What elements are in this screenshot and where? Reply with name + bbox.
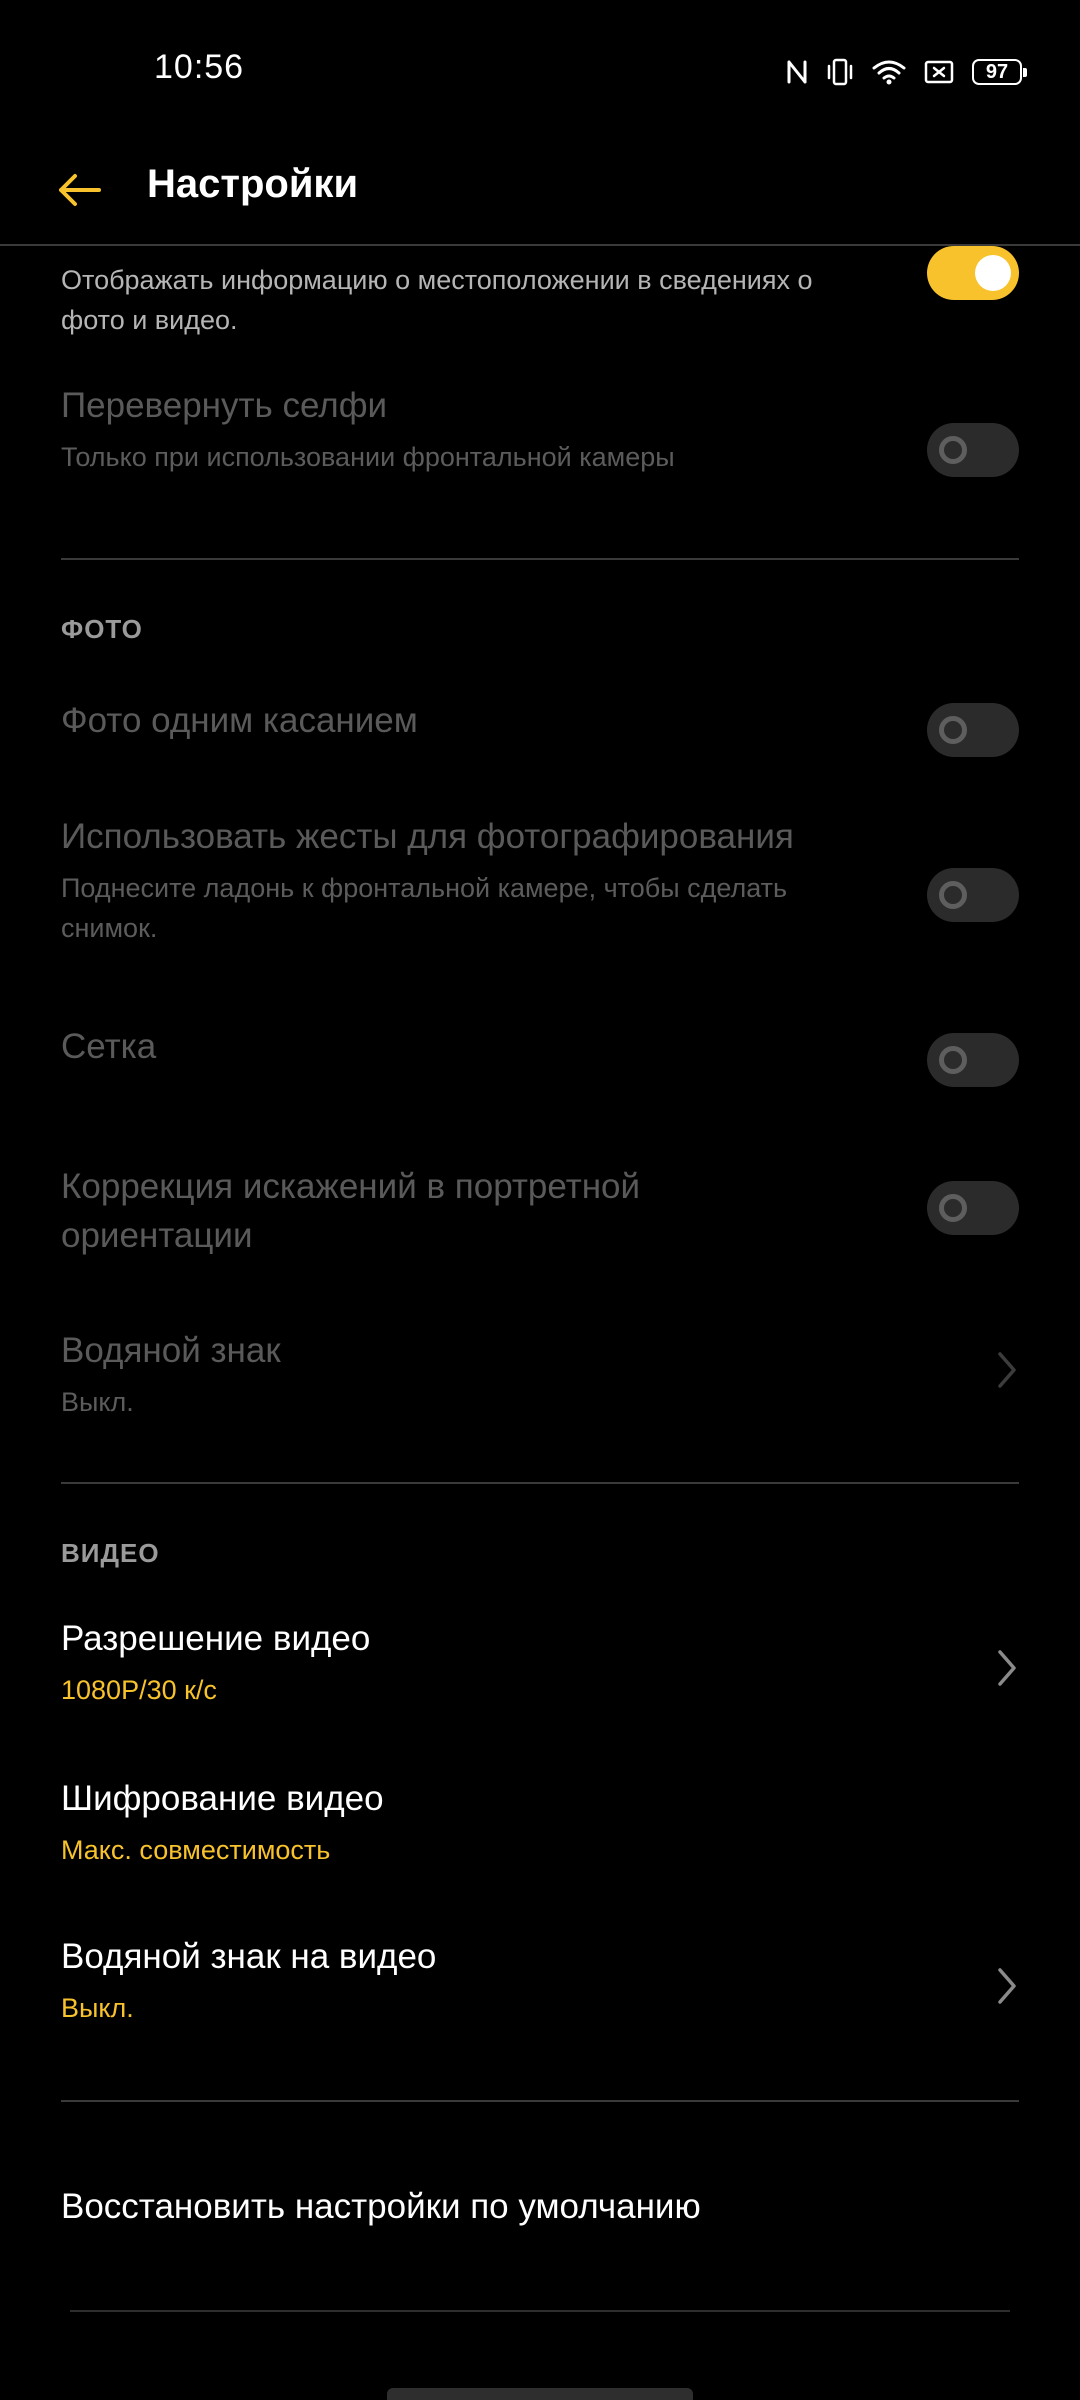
reset-defaults-row[interactable]: Восстановить настройки по умолчанию [0,2176,1080,2276]
toggle-knob [939,1194,967,1222]
one-touch-photo-row[interactable]: Фото одним касанием [0,686,1080,776]
location-info-row[interactable]: Отображать информацию о местоположении в… [0,246,1080,356]
toggle-knob [975,255,1011,291]
video-encoding-row[interactable]: Шифрование видео Макс. совместимость [0,1774,1080,1884]
chevron-right-icon [992,1348,1022,1392]
status-time: 10:56 [154,48,245,86]
mirror-selfie-subtitle: Только при использовании фронтальной кам… [61,442,675,472]
video-resolution-value: 1080P/30 к/с [61,1675,217,1705]
grid-toggle[interactable] [927,1033,1019,1087]
section-header-photo: ФОТО [61,614,143,644]
status-icons: 97 [786,54,1027,90]
watermark-row[interactable]: Водяной знак Выкл. [0,1326,1080,1436]
location-info-toggle[interactable] [927,246,1019,300]
mirror-selfie-row[interactable]: Перевернуть селфи Только при использован… [0,381,1080,531]
screen-record-icon [924,59,954,85]
toggle-knob [939,436,967,464]
chevron-right-icon [992,1964,1022,2008]
toggle-knob [939,716,967,744]
distortion-correction-title: Коррекция искажений в портретной ориента… [61,1167,641,1255]
distortion-correction-toggle[interactable] [927,1181,1019,1235]
nfc-icon [786,58,808,86]
one-touch-photo-title: Фото одним касанием [61,701,418,740]
arrow-left-icon [57,173,103,212]
divider [61,2100,1019,2102]
video-resolution-title: Разрешение видео [61,1619,371,1658]
gesture-photo-toggle[interactable] [927,868,1019,922]
divider [61,1482,1019,1484]
distortion-correction-row[interactable]: Коррекция искажений в портретной ориента… [0,1162,1080,1272]
home-indicator[interactable] [387,2388,693,2400]
back-button[interactable] [48,160,112,224]
wifi-icon [872,58,906,86]
section-header-video: ВИДЕО [61,1538,160,1568]
location-info-subtitle: Отображать информацию о местоположении в… [61,265,813,335]
battery-icon: 97 [972,59,1027,85]
reset-defaults-label: Восстановить настройки по умолчанию [61,2187,701,2226]
mirror-selfie-toggle[interactable] [927,423,1019,477]
watermark-title: Водяной знак [61,1331,281,1370]
divider [61,558,1019,560]
video-watermark-title: Водяной знак на видео [61,1937,437,1976]
gesture-photo-row[interactable]: Использовать жесты для фотографирования … [0,812,1080,972]
app-bar: Настройки [0,140,1080,245]
grid-row[interactable]: Сетка [0,1012,1080,1102]
video-watermark-row[interactable]: Водяной знак на видео Выкл. [0,1932,1080,2042]
video-encoding-value: Макс. совместимость [61,1835,331,1865]
mirror-selfie-title: Перевернуть селфи [61,386,388,425]
video-resolution-row[interactable]: Разрешение видео 1080P/30 к/с [0,1614,1080,1724]
status-bar: 10:56 97 [0,0,1080,140]
video-encoding-title: Шифрование видео [61,1779,384,1818]
chevron-right-icon [992,1646,1022,1690]
divider [70,2310,1010,2312]
gesture-photo-title: Использовать жесты для фотографирования [61,817,794,856]
video-watermark-value: Выкл. [61,1993,134,2023]
grid-title: Сетка [61,1027,157,1066]
toggle-knob [939,1046,967,1074]
one-touch-photo-toggle[interactable] [927,703,1019,757]
page-title: Настройки [147,162,359,206]
vibrate-icon [826,57,854,87]
toggle-knob [939,881,967,909]
watermark-subtitle: Выкл. [61,1387,134,1417]
settings-list[interactable]: Отображать информацию о местоположении в… [0,246,1080,2400]
gesture-photo-subtitle: Поднесите ладонь к фронтальной камере, ч… [61,873,788,943]
